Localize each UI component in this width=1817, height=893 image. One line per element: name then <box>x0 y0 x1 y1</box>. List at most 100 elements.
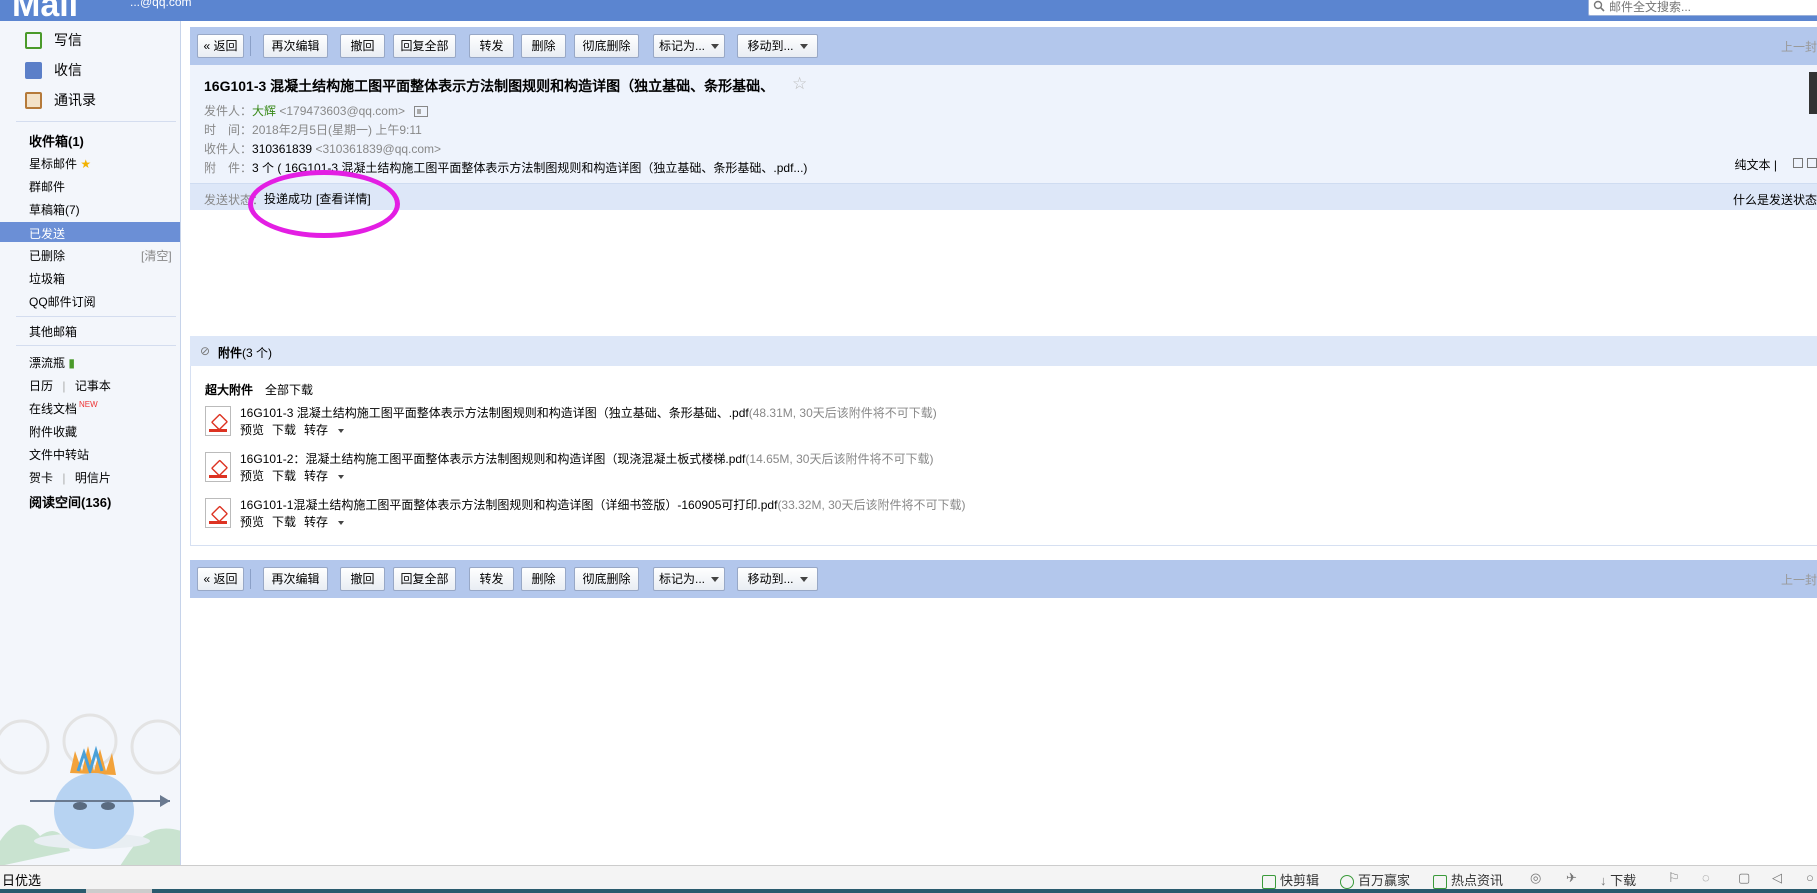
window-icon[interactable] <box>1807 158 1817 168</box>
attachments-title-label: 附件 <box>218 346 243 360</box>
link-separator: | <box>62 379 66 393</box>
attachment-name[interactable]: 16G101-1混凝土结构施工图平面整体表示方法制图规则和构造详图（详细书签版）… <box>240 496 965 513</box>
plain-text-link[interactable]: 纯文本 | <box>1735 156 1777 173</box>
back-button[interactable]: « 返回 <box>197 34 244 58</box>
window-restore-icon[interactable]: ▢ <box>1738 870 1750 886</box>
sidebar-item-subscriptions[interactable]: QQ邮件订阅 <box>29 293 96 310</box>
status-left-text[interactable]: 日优选 <box>2 870 41 889</box>
sender-avatar[interactable] <box>1809 72 1817 114</box>
notes-link[interactable]: 记事本 <box>75 379 111 393</box>
attachment-filename: 16G101-1混凝土结构施工图平面整体表示方法制图规则和构造详图（详细书签版）… <box>240 498 778 512</box>
pin-icon[interactable]: ✈ <box>1566 870 1577 886</box>
save-to-dropdown[interactable]: 转存 <box>304 423 352 437</box>
sidebar-item-attach-collection[interactable]: 附件收藏 <box>29 423 77 440</box>
sidebar-item-other-mail[interactable]: 其他邮箱 <box>29 323 77 340</box>
back-button[interactable]: « 返回 <box>197 567 244 591</box>
mark-as-dropdown[interactable]: 标记为... <box>653 34 725 58</box>
recall-button[interactable]: 撤回 <box>340 567 385 591</box>
postcard-link[interactable]: 明信片 <box>75 471 111 485</box>
reply-all-button[interactable]: 回复全部 <box>393 34 456 58</box>
preview-link[interactable]: 预览 <box>240 515 264 529</box>
clear-trash-link[interactable]: [清空] <box>141 247 172 264</box>
browser-icon[interactable]: ◌ <box>1702 870 1710 885</box>
search-box[interactable] <box>1588 0 1817 16</box>
sidebar-item-sent[interactable]: 已发送 <box>0 222 180 242</box>
move-to-dropdown[interactable]: 移动到... <box>737 567 818 591</box>
sidebar-item-spam[interactable]: 垃圾箱 <box>29 270 65 287</box>
delete-button[interactable]: 删除 <box>521 567 566 591</box>
compose-link[interactable]: 写信 <box>25 30 82 50</box>
mark-as-dropdown[interactable]: 标记为... <box>653 567 725 591</box>
sidebar-item-file-transfer[interactable]: 文件中转站 <box>29 446 89 463</box>
save-to-dropdown[interactable]: 转存 <box>304 469 352 483</box>
attachment-name[interactable]: 16G101-3 混凝土结构施工图平面整体表示方法制图规则和构造详图（独立基础、… <box>240 404 937 421</box>
reply-all-button[interactable]: 回复全部 <box>393 567 456 591</box>
sidebar-item-drift-bottle[interactable]: 漂流瓶 ▮ <box>29 354 75 371</box>
download-link[interactable]: 下载 <box>272 423 296 437</box>
download-link[interactable]: 下载 <box>272 515 296 529</box>
search-icon[interactable] <box>1593 0 1605 12</box>
greeting-card-link[interactable]: 贺卡 <box>29 471 53 485</box>
download-all-link[interactable]: 全部下载 <box>265 383 313 397</box>
chevron-down-icon <box>338 474 345 479</box>
reedit-button[interactable]: 再次编辑 <box>263 34 328 58</box>
star-icon[interactable]: ☆ <box>792 74 807 94</box>
sender-name[interactable]: 大辉 <box>252 104 276 118</box>
download-link[interactable]: 下载 <box>272 469 296 483</box>
attachment-name[interactable]: 16G101-2：混凝土结构施工图平面整体表示方法制图规则和构造详图（现浇混凝土… <box>240 450 933 467</box>
delete-permanently-button[interactable]: 彻底删除 <box>574 567 639 591</box>
search-input[interactable] <box>1609 0 1817 15</box>
calendar-link[interactable]: 日历 <box>29 379 53 393</box>
sidebar-item-group[interactable]: 群邮件 <box>29 178 65 195</box>
time-row: 时 间：2018年2月5日(星期一) 上午9:11 <box>204 121 422 138</box>
compose-label: 写信 <box>54 32 82 48</box>
receive-link[interactable]: 收信 <box>25 60 82 80</box>
account-address[interactable]: ...@qq.com <box>130 0 192 9</box>
what-is-send-status-link[interactable]: 什么是发送状态 <box>1733 191 1817 208</box>
preview-link[interactable]: 预览 <box>240 469 264 483</box>
move-to-label: 移动到... <box>747 39 794 53</box>
forward-button[interactable]: 转发 <box>469 34 514 58</box>
view-mode-icons <box>1793 158 1817 168</box>
volume-icon[interactable]: ◁ <box>1772 870 1782 886</box>
previous-mail-link[interactable]: 上一封 <box>1781 571 1817 588</box>
preview-link[interactable]: 预览 <box>240 423 264 437</box>
save-to-label: 转存 <box>304 469 329 483</box>
mark-as-label: 标记为... <box>658 572 705 586</box>
contacts-link[interactable]: 通讯录 <box>25 90 96 110</box>
flag-icon[interactable]: ⚐ <box>1668 870 1680 886</box>
taskbar-active-tab[interactable] <box>86 889 152 893</box>
sidebar-item-reading-space[interactable]: 阅读空间(136) <box>29 492 111 511</box>
search-icon[interactable]: ○ <box>1806 870 1814 885</box>
highlight-annotation-circle <box>248 170 400 238</box>
contacts-icon <box>25 91 42 109</box>
hot-news-button[interactable]: 热点资讯 <box>1433 870 1503 889</box>
contact-card-icon[interactable] <box>414 106 429 118</box>
attachments-count: (3 个) <box>242 346 273 360</box>
forward-button[interactable]: 转发 <box>469 567 514 591</box>
popout-icon[interactable] <box>1793 158 1803 168</box>
reedit-button[interactable]: 再次编辑 <box>263 567 328 591</box>
save-to-dropdown[interactable]: 转存 <box>304 515 352 529</box>
sidebar-item-drafts[interactable]: 草稿箱(7) <box>29 201 80 218</box>
millionaire-button[interactable]: 百万赢家 <box>1340 870 1410 889</box>
sidebar-item-deleted[interactable]: 已删除 <box>29 247 65 264</box>
send-status-bar: 发送状态： 投递成功 [查看详情] 什么是发送状态 <box>190 183 1817 210</box>
sidebar-item-starred[interactable]: 星标邮件 ★ <box>29 155 91 172</box>
recall-button[interactable]: 撤回 <box>340 34 385 58</box>
sidebar-item-online-docs[interactable]: 在线文档 NEW <box>29 400 98 417</box>
pdf-file-icon <box>205 406 231 436</box>
recipient-name[interactable]: 310361839 <box>252 142 312 156</box>
quick-clip-button[interactable]: 快剪辑 <box>1262 870 1319 889</box>
previous-mail-link[interactable]: 上一封 <box>1781 38 1817 55</box>
send-time: 2018年2月5日(星期一) 上午9:11 <box>252 123 422 137</box>
delete-button[interactable]: 删除 <box>521 34 566 58</box>
move-to-dropdown[interactable]: 移动到... <box>737 34 818 58</box>
sidebar-item-inbox[interactable]: 收件箱(1) <box>29 131 84 150</box>
delete-permanently-button[interactable]: 彻底删除 <box>574 34 639 58</box>
download-button[interactable]: ↓ 下载 <box>1600 870 1636 889</box>
download-arrow-icon: ↓ <box>1600 873 1607 888</box>
play-icon <box>1340 874 1354 889</box>
speed-icon[interactable]: ◎ <box>1530 870 1541 886</box>
contacts-label: 通讯录 <box>54 92 96 108</box>
